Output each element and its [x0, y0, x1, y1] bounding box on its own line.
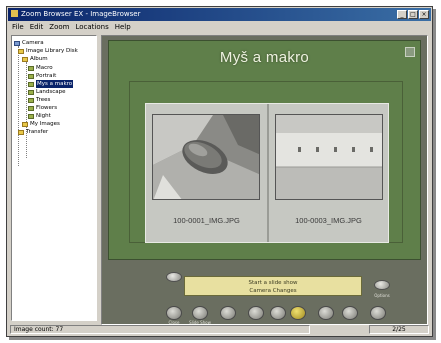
- folder-tree[interactable]: Camera Image Library Disk Album Macro Po…: [11, 35, 97, 321]
- display-line-2: Camera Changes: [249, 288, 297, 294]
- display-line-1: Start a slide show: [248, 280, 298, 286]
- last-button[interactable]: [370, 306, 386, 320]
- options-label: Options: [374, 293, 390, 298]
- resize-icon[interactable]: [405, 47, 415, 57]
- tree-item-macro[interactable]: Macro: [28, 64, 53, 72]
- thumbnail-card[interactable]: 100-0001_IMG.JPG: [146, 104, 267, 242]
- tree-item-flowers[interactable]: Flowers: [28, 104, 57, 112]
- status-page: 2/25: [369, 325, 429, 334]
- menu-locations[interactable]: Locations: [75, 22, 108, 33]
- folder-icon: [22, 56, 28, 62]
- menu-zoom[interactable]: Zoom: [49, 22, 69, 33]
- minimize-icon[interactable]: _: [397, 10, 407, 19]
- tree-item-transfer[interactable]: Transfer: [18, 128, 48, 136]
- close-icon[interactable]: ×: [419, 10, 429, 19]
- folder-icon: [28, 97, 34, 103]
- photo-mouse[interactable]: [152, 114, 260, 200]
- folder-icon: [28, 113, 34, 119]
- app-window: Zoom Browser EX - ImageBrowser _ □ × Fil…: [6, 6, 433, 337]
- window-title: Zoom Browser EX - ImageBrowser: [21, 10, 141, 18]
- folder-icon: [28, 65, 34, 71]
- first-button[interactable]: [220, 306, 236, 320]
- menu-edit[interactable]: Edit: [30, 22, 44, 33]
- status-text: Image count: 77: [10, 325, 310, 334]
- folder-icon: [22, 121, 28, 127]
- tree-item-library[interactable]: Image Library Disk: [18, 47, 78, 55]
- photo-ruler[interactable]: [275, 114, 383, 200]
- status-display: Start a slide show Camera Changes: [184, 276, 362, 296]
- slideshow-controls: Start a slide show Camera Changes Option…: [102, 266, 427, 326]
- camera-app-icon: [11, 10, 18, 17]
- tree-item-night[interactable]: Night: [28, 112, 51, 120]
- rewind-button[interactable]: [270, 306, 286, 320]
- folder-icon: [18, 48, 24, 54]
- folder-icon: [28, 81, 34, 87]
- previous-button[interactable]: [248, 306, 264, 320]
- folder-icon: [28, 105, 34, 111]
- tree-item-album[interactable]: Album: [22, 55, 48, 63]
- status-bar: Image count: 77 2/25: [8, 324, 431, 335]
- next-button[interactable]: [342, 306, 358, 320]
- close-button[interactable]: [166, 306, 182, 320]
- options-button[interactable]: [374, 280, 390, 290]
- maximize-icon[interactable]: □: [408, 10, 418, 19]
- tree-item-my-images[interactable]: My Images: [22, 120, 60, 128]
- thumbnail-strip: 100-0001_IMG.JPG 100-0003_IMG.JPG: [145, 103, 389, 243]
- left-small-button[interactable]: [166, 272, 182, 282]
- play-button[interactable]: [290, 306, 306, 320]
- folder-icon: [28, 89, 34, 95]
- title-bar[interactable]: Zoom Browser EX - ImageBrowser _ □ ×: [8, 8, 431, 21]
- forward-button[interactable]: [318, 306, 334, 320]
- thumbnail-caption: 100-0003_IMG.JPG: [295, 216, 362, 225]
- menu-file[interactable]: File: [12, 22, 24, 33]
- tree-item-camera[interactable]: Camera: [14, 39, 44, 47]
- album-panel: Myš a makro 100-0001_IMG.JPG 100-0003_IM…: [108, 40, 421, 260]
- tree-item-portrait[interactable]: Portrait: [28, 72, 56, 80]
- camera-icon: [14, 40, 20, 46]
- folder-icon: [18, 129, 24, 135]
- thumbnail-caption: 100-0001_IMG.JPG: [173, 216, 240, 225]
- menu-bar: File Edit Zoom Locations Help: [8, 22, 431, 33]
- thumbnail-card[interactable]: 100-0003_IMG.JPG: [267, 104, 388, 242]
- menu-help[interactable]: Help: [115, 22, 131, 33]
- viewer-area: Myš a makro 100-0001_IMG.JPG 100-0003_IM…: [101, 35, 428, 325]
- album-title: Myš a makro: [219, 49, 310, 66]
- slideshow-button[interactable]: [192, 306, 208, 320]
- tree-item-selected[interactable]: Mys a makro: [28, 80, 74, 88]
- tree-item-landscape[interactable]: Landscape: [28, 88, 66, 96]
- tree-item-trees[interactable]: Trees: [28, 96, 50, 104]
- folder-icon: [28, 73, 34, 79]
